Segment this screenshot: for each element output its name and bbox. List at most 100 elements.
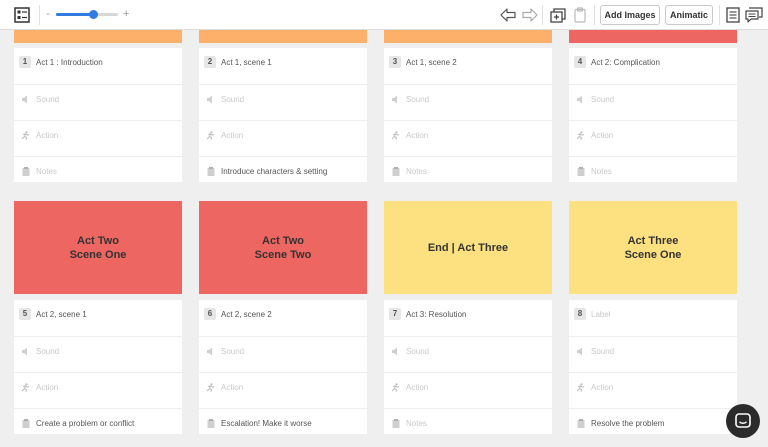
frame-label-row[interactable]: 3 Act 1, scene 2 [384,48,552,84]
frame-label[interactable]: Act 1, scene 1 [221,58,272,67]
frame-info-panel: 4 Act 2: Complication Sound Action Notes [569,48,737,182]
frame-label[interactable]: Act 2, scene 1 [36,310,87,319]
frame-info-panel: 7 Act 3: Resolution Sound Action Notes [384,300,552,434]
speaker-icon [21,95,30,104]
clipboard-notes-icon [391,167,400,176]
frame-notes[interactable]: Introduce characters & setting [221,167,327,176]
frame-label-row[interactable]: 2 Act 1, scene 1 [199,48,367,84]
frame-notes[interactable]: Notes [406,167,427,176]
frame-sound-row[interactable]: Sound [199,336,367,372]
frame-sound[interactable]: Sound [406,95,429,104]
document-view-icon[interactable] [724,6,742,24]
frame-image[interactable]: Act Two Scene One [14,201,182,294]
frame-action-row[interactable]: Action [569,372,737,408]
frame-notes[interactable]: Create a problem or conflict [36,419,134,428]
frame-image-caption: Act Three Scene One [624,234,682,261]
clipboard-notes-icon [391,419,400,428]
frame-action-row[interactable]: Action [384,372,552,408]
frame-action-row[interactable]: Action [569,120,737,156]
frame-number-badge: 8 [574,308,586,320]
frame-info-panel: 6 Act 2, scene 2 Sound Action Escalation… [199,300,367,434]
frame-sound[interactable]: Sound [36,347,59,356]
frame-notes-row[interactable]: Notes [384,408,552,444]
frame-action[interactable]: Action [406,131,428,140]
frame-action-row[interactable]: Action [14,372,182,408]
zoom-slider[interactable] [56,10,118,19]
frame-sound[interactable]: Sound [406,347,429,356]
chat-support-button[interactable] [726,404,760,438]
frame-label-row[interactable]: 1 Act 1 : Introduction [14,48,182,84]
frame-notes[interactable]: Notes [591,167,612,176]
frame-image-caption: End | Act Three [427,241,509,254]
frame-sound-row[interactable]: Sound [384,84,552,120]
frame-label-row[interactable]: 8 Label [569,300,737,336]
frame-action-row[interactable]: Action [14,120,182,156]
frame-label[interactable]: Label [591,310,611,319]
animatic-button[interactable]: Animatic [665,5,713,25]
frame-notes-row[interactable]: Notes [14,156,182,192]
grid-view-icon[interactable] [13,6,31,24]
frame-action[interactable]: Action [221,131,243,140]
frame-sound[interactable]: Sound [36,95,59,104]
frame-label-row[interactable]: 4 Act 2: Complication [569,48,737,84]
zoom-slider-handle[interactable] [89,10,99,19]
frame-label[interactable]: Act 1, scene 2 [406,58,457,67]
frame-action-row[interactable]: Action [384,120,552,156]
frame-sound[interactable]: Sound [591,347,614,356]
frame-sound-row[interactable]: Sound [384,336,552,372]
frame-label[interactable]: Act 2: Complication [591,58,660,67]
running-figure-icon [206,383,215,392]
frame-action[interactable]: Action [406,383,428,392]
undo-arrow-icon[interactable] [499,6,517,24]
clipboard-icon[interactable] [571,6,589,24]
frame-notes[interactable]: Notes [406,419,427,428]
frame-label-row[interactable]: 6 Act 2, scene 2 [199,300,367,336]
frame-action[interactable]: Action [591,131,613,140]
frame-notes-row[interactable]: Create a problem or conflict [14,408,182,444]
frame-action[interactable]: Action [36,131,58,140]
frame-sound-row[interactable]: Sound [199,84,367,120]
frame-notes[interactable]: Escalation! Make it worse [221,419,312,428]
speaker-icon [576,347,585,356]
speaker-icon [206,347,215,356]
redo-arrow-icon[interactable] [521,6,539,24]
frame-notes-row[interactable]: Notes [569,156,737,192]
frame-sound-row[interactable]: Sound [569,84,737,120]
frame-action[interactable]: Action [221,383,243,392]
frame-notes[interactable]: Notes [36,167,57,176]
frame-label[interactable]: Act 3: Resolution [406,310,466,319]
frame-image[interactable]: Act Two Scene Two [199,201,367,294]
frame-image[interactable]: End | Act Three [384,201,552,294]
toolbar-divider [39,5,40,25]
running-figure-icon [576,131,585,140]
frame-notes[interactable]: Resolve the problem [591,419,664,428]
add-frame-icon[interactable] [549,6,567,24]
frame-action-row[interactable]: Action [199,372,367,408]
frame-notes-row[interactable]: Resolve the problem [569,408,737,444]
frame-sound[interactable]: Sound [221,347,244,356]
frame-sound-row[interactable]: Sound [569,336,737,372]
frame-label-row[interactable]: 7 Act 3: Resolution [384,300,552,336]
frame-label-row[interactable]: 5 Act 2, scene 1 [14,300,182,336]
toolbar: - + Add Images Animatic [0,0,768,30]
frame-image[interactable]: Act Three Scene One [569,201,737,294]
comments-view-icon[interactable] [745,6,763,24]
frame-notes-row[interactable]: Notes [384,156,552,192]
frame-sound[interactable]: Sound [221,95,244,104]
clipboard-notes-icon [206,419,215,428]
frame-action[interactable]: Action [36,383,58,392]
frame-sound[interactable]: Sound [591,95,614,104]
frame-label[interactable]: Act 1 : Introduction [36,58,103,67]
zoom-in-button[interactable]: + [123,8,129,20]
zoom-out-button[interactable]: - [46,8,50,20]
running-figure-icon [206,131,215,140]
frame-action[interactable]: Action [591,383,613,392]
add-images-button[interactable]: Add Images [600,5,660,25]
frame-sound-row[interactable]: Sound [14,336,182,372]
toolbar-divider [719,5,720,25]
frame-action-row[interactable]: Action [199,120,367,156]
frame-label[interactable]: Act 2, scene 2 [221,310,272,319]
frame-notes-row[interactable]: Escalation! Make it worse [199,408,367,444]
frame-sound-row[interactable]: Sound [14,84,182,120]
frame-notes-row[interactable]: Introduce characters & setting [199,156,367,192]
